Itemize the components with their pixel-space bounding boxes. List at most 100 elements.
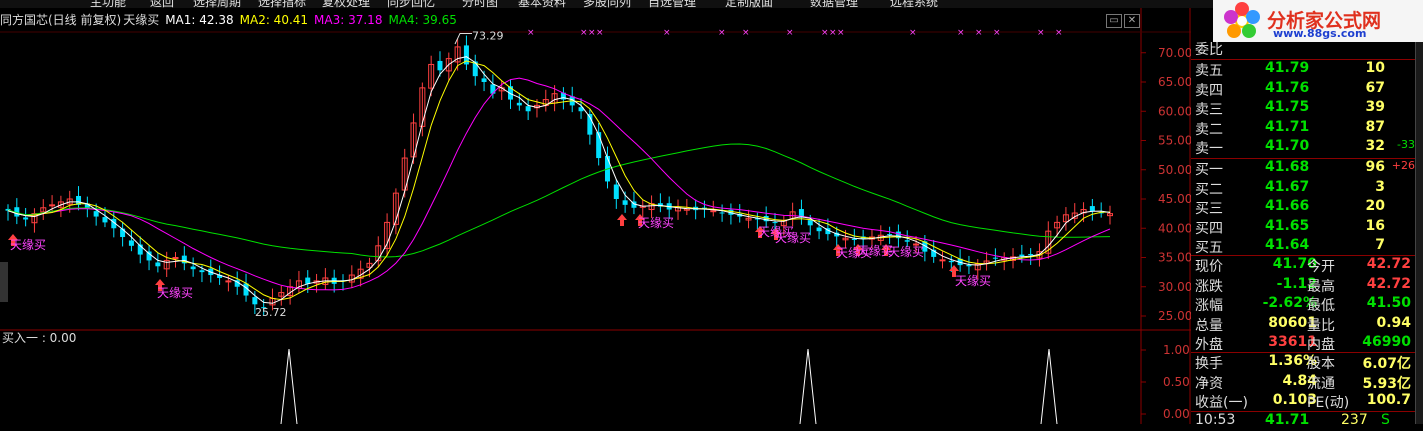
ask-volume: 32: [1365, 138, 1385, 154]
bid-row[interactable]: 买四 41.65 16: [1191, 218, 1415, 237]
ask-row[interactable]: 卖一 41.70 32 -33: [1191, 138, 1415, 157]
menu-item-sync[interactable]: 同步回忆: [387, 0, 435, 8]
stat-row: 净资 4.84 流通 5.93亿: [1191, 373, 1415, 392]
ma2-line: [7, 60, 1111, 301]
signal-marker: ×: [993, 28, 1001, 38]
candle-body-down: [772, 222, 778, 224]
panel-scrollbar[interactable]: [1415, 42, 1423, 424]
menu-item-rights[interactable]: 复权处理: [322, 0, 370, 8]
ask-label: 卖二: [1195, 121, 1223, 138]
stat-value: 42.72: [1366, 256, 1411, 272]
stat-value: 46990: [1362, 334, 1411, 350]
candle-body-up: [49, 204, 56, 207]
stat-label: 最高: [1307, 278, 1335, 295]
buy-signal-spike: [280, 348, 298, 424]
stat-row: 涨幅 -2.62% 最低 41.50: [1191, 295, 1415, 314]
stat-label: 涨跌: [1195, 278, 1223, 295]
candle-body-down: [93, 211, 99, 217]
ma1-line: [7, 56, 1111, 304]
collapse-left-icon[interactable]: [0, 262, 8, 302]
signal-marker: ×: [975, 28, 983, 38]
bid-label: 买一: [1195, 162, 1223, 178]
kline-chart[interactable]: 70.00 65.00 60.00 55.00 50.00 45.00 40.00 35.00…: [0, 8, 1191, 424]
bid-price: 41.67: [1265, 178, 1310, 195]
candle-body-down: [851, 238, 857, 240]
signal-marker: ×: [837, 28, 845, 38]
tick-price: 41.71: [1265, 412, 1310, 428]
buy-signal-label: 天缘买: [888, 245, 924, 259]
menu-item-main[interactable]: 主功能: [90, 0, 126, 8]
ma4-value: MA4: 39.65: [388, 13, 457, 27]
bid-label: 买二: [1195, 181, 1223, 198]
bid-row[interactable]: 买三 41.66 20: [1191, 198, 1415, 217]
stat-label: 换手: [1195, 356, 1223, 372]
weibi-label: 委比: [1195, 42, 1223, 58]
ask-price: 41.79: [1265, 60, 1310, 76]
candle-body-up: [710, 210, 717, 213]
y-tick-label: 35.00: [1158, 251, 1191, 265]
signal-marker: ×: [663, 28, 671, 38]
ask-row[interactable]: 卖四 41.76 67: [1191, 80, 1415, 99]
signal-marker: ×: [1055, 28, 1063, 38]
menu-item-timeshare[interactable]: 分时图: [462, 0, 498, 8]
candle-body-up: [939, 259, 946, 262]
ma3-value: MA3: 37.18: [314, 13, 383, 27]
candle-body-down: [613, 184, 619, 199]
ask-volume: 67: [1365, 79, 1385, 96]
candle-body-down: [437, 60, 443, 71]
bid-label: 买四: [1195, 220, 1223, 237]
y-tick-label: 50.00: [1158, 163, 1191, 177]
candle-body-down: [887, 234, 893, 236]
ask-change: -33: [1397, 138, 1415, 151]
buy-signal-label: 天缘买: [955, 274, 991, 288]
candle-body-down: [490, 84, 496, 94]
menu-item-period[interactable]: 选择周期: [193, 0, 241, 8]
candle-body-down: [807, 220, 813, 226]
candle-body-down: [305, 277, 311, 284]
menu-item-layout[interactable]: 定制版面: [725, 0, 773, 8]
ask-row[interactable]: 卖三 41.75 39: [1191, 99, 1415, 118]
menu-item-multi[interactable]: 多股同列: [583, 0, 631, 8]
y-tick-label: 40.00: [1158, 221, 1191, 235]
signal-marker: ×: [742, 28, 750, 38]
menu-item-remote[interactable]: 远程系统: [890, 0, 938, 8]
stat-row: 涨跌 -1.12 最高 42.72: [1191, 276, 1415, 295]
menu-item-back[interactable]: 返回: [150, 0, 174, 8]
y-tick-label: 45.00: [1158, 192, 1191, 206]
ask-row[interactable]: 卖二 41.71 87: [1191, 119, 1415, 138]
stat-row: 总量 80601 量比 0.94: [1191, 315, 1415, 334]
menu-item-watchlist[interactable]: 自选管理: [648, 0, 696, 8]
menu-item-data[interactable]: 数据管理: [810, 0, 858, 8]
y-tick-label: 65.00: [1158, 75, 1191, 89]
stat-label: 涨幅: [1195, 298, 1223, 314]
signal-marker: ×: [786, 28, 794, 38]
ask-volume: 10: [1365, 60, 1385, 76]
signal-marker: ×: [718, 28, 726, 38]
stat-label: 现价: [1195, 259, 1223, 275]
stat-label: 今开: [1307, 259, 1335, 275]
close-icon[interactable]: ✕: [1124, 14, 1140, 28]
menu-bar: 主功能 返回 选择周期 选择指标 复权处理 同步回忆 分时图 基本资料 多股同列…: [0, 0, 1423, 8]
ask-price: 41.76: [1265, 79, 1310, 96]
candle-body-down: [128, 240, 134, 246]
ask-label: 卖三: [1195, 102, 1223, 118]
menu-item-profile[interactable]: 基本资料: [518, 0, 566, 8]
bid-label: 买三: [1195, 201, 1223, 217]
tick-side: S: [1381, 412, 1390, 428]
candle-body-down: [1089, 206, 1095, 212]
bid-row[interactable]: 买一 41.68 96 +26: [1191, 159, 1415, 178]
ma1-value: MA1: 42.38: [165, 13, 234, 27]
signal-marker: ×: [909, 28, 917, 38]
bid-row[interactable]: 买五 41.64 7: [1191, 237, 1415, 256]
stat-row: 收益(一) 0.103 PE(动) 100.7: [1191, 392, 1415, 411]
stat-row: 外盘 33611 内盘 46990: [1191, 334, 1415, 353]
high-label: 73.29: [472, 29, 504, 42]
ask-row[interactable]: 卖五 41.79 10: [1191, 60, 1415, 79]
bid-volume: 7: [1375, 237, 1385, 253]
restore-icon[interactable]: ▭: [1106, 14, 1122, 28]
stat-row: 现价 41.70 今开 42.72: [1191, 256, 1415, 275]
bid-row[interactable]: 买二 41.67 3: [1191, 179, 1415, 198]
y-tick-label: 25.00: [1158, 309, 1191, 323]
candle-body-down: [120, 228, 126, 238]
menu-item-indicator[interactable]: 选择指标: [258, 0, 306, 8]
